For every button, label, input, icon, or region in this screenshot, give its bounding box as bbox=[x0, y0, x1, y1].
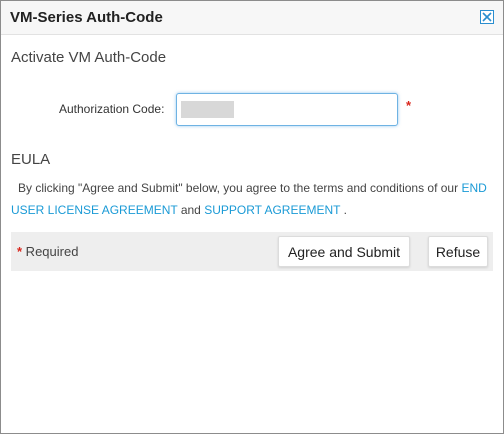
eula-text-middle: and bbox=[177, 203, 205, 217]
eula-heading: EULA bbox=[11, 151, 51, 168]
activate-heading: Activate VM Auth-Code bbox=[11, 49, 167, 66]
eula-text-before: By clicking "Agree and Submit" below, yo… bbox=[18, 181, 462, 195]
support-agreement-link[interactable]: SUPPORT AGREEMENT bbox=[204, 203, 340, 217]
eula-text: By clicking "Agree and Submit" below, yo… bbox=[11, 177, 493, 221]
required-note-text: Required bbox=[22, 244, 79, 259]
eula-text-after: . bbox=[340, 203, 347, 217]
required-marker: * bbox=[406, 98, 412, 113]
close-button[interactable] bbox=[480, 10, 494, 24]
auth-code-value-redacted bbox=[181, 101, 234, 118]
required-note: * Required bbox=[17, 244, 78, 259]
close-x-icon bbox=[482, 12, 492, 22]
agree-and-submit-button[interactable]: Agree and Submit bbox=[278, 236, 410, 267]
dialog-titlebar: VM-Series Auth-Code bbox=[1, 1, 503, 35]
auth-code-dialog: VM-Series Auth-Code Activate VM Auth-Cod… bbox=[0, 0, 504, 434]
dialog-title: VM-Series Auth-Code bbox=[10, 9, 163, 26]
dialog-footer: * Required Agree and Submit Refuse bbox=[11, 232, 493, 271]
refuse-button[interactable]: Refuse bbox=[428, 236, 488, 267]
auth-code-input[interactable] bbox=[176, 93, 398, 126]
auth-code-label: Authorization Code: bbox=[59, 102, 165, 116]
